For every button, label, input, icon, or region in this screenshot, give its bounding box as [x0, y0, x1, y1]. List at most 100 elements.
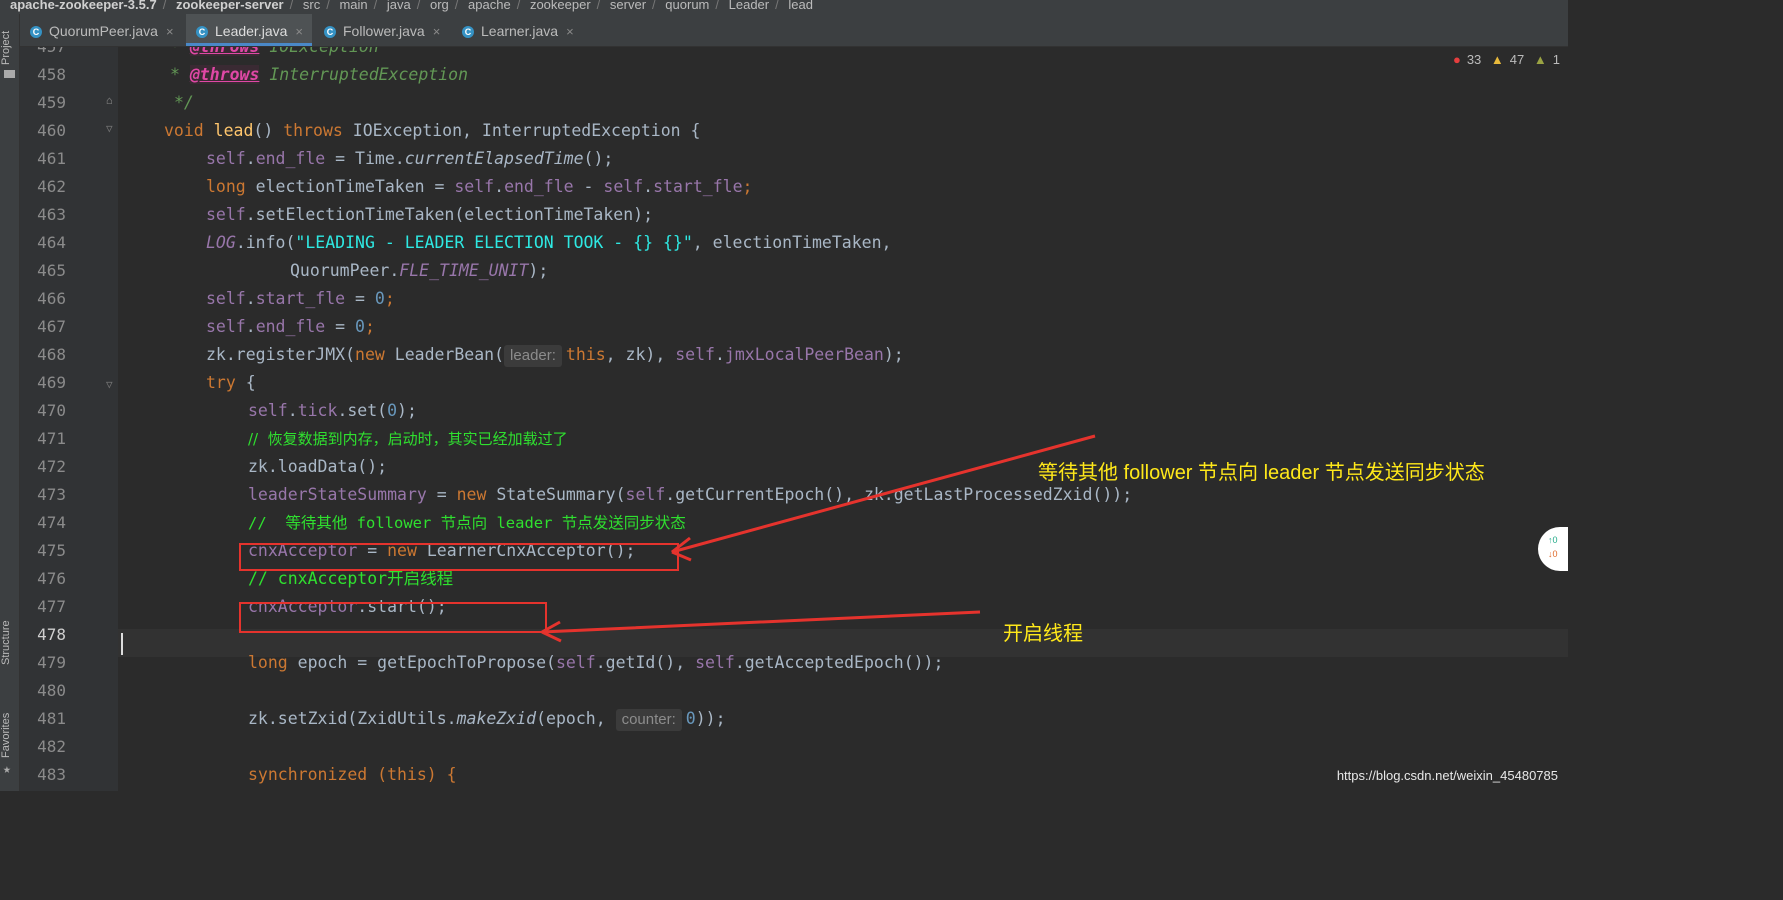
- code-line: long electionTimeTaken = self.end_fle - …: [206, 177, 753, 196]
- line-number: 478: [37, 625, 66, 644]
- code-line: self.setElectionTimeTaken(electionTimeTa…: [206, 205, 654, 224]
- code-line: QuorumPeer.FLE_TIME_UNIT);: [290, 261, 549, 280]
- breadcrumb-item[interactable]: quorum: [665, 0, 709, 12]
- close-icon[interactable]: ×: [166, 24, 174, 39]
- watermark-url: https://blog.csdn.net/weixin_45480785: [1336, 768, 1558, 783]
- code-line: synchronized (this) {: [248, 765, 457, 784]
- code-line: try {: [206, 373, 256, 392]
- tab-label: QuorumPeer.java: [49, 23, 158, 39]
- favorites-tool-tab[interactable]: Favorites: [0, 704, 19, 766]
- line-number: 476: [37, 569, 66, 588]
- warning-icon: ▲: [1490, 52, 1504, 67]
- breadcrumb-item[interactable]: server: [610, 0, 646, 12]
- line-number: 468: [37, 345, 66, 364]
- tab-label: Learner.java: [481, 23, 559, 39]
- code-line: self.end_fle = 0;: [206, 317, 375, 336]
- close-icon[interactable]: ×: [566, 24, 574, 39]
- breadcrumb-item[interactable]: lead: [788, 0, 813, 12]
- line-number: 462: [37, 177, 66, 196]
- line-number-gutter: 457 458 459 460 461 462 463 464 465 466 …: [20, 47, 118, 791]
- line-number: 469: [37, 373, 66, 392]
- breadcrumb-item[interactable]: Leader: [729, 0, 769, 12]
- breadcrumb-item[interactable]: src: [303, 0, 320, 12]
- breadcrumb-item[interactable]: zookeeper-server: [176, 0, 284, 12]
- line-number: 460: [37, 121, 66, 140]
- fold-marker-icon[interactable]: ▽: [106, 379, 118, 391]
- line-number: 463: [37, 205, 66, 224]
- line-number: 475: [37, 541, 66, 560]
- code-line: LOG.info("LEADING - LEADER ELECTION TOOK…: [206, 233, 892, 252]
- star-icon[interactable]: ★: [3, 762, 11, 777]
- tab-label: Follower.java: [343, 23, 425, 39]
- code-line: self.tick.set(0);: [248, 401, 417, 420]
- line-number: 465: [37, 261, 66, 280]
- code-line: void lead() throws IOException, Interrup…: [164, 121, 701, 140]
- project-tool-tab[interactable]: Project: [0, 20, 19, 76]
- breadcrumb: apache-zookeeper-3.5.7/ zookeeper-server…: [0, 0, 1568, 14]
- breadcrumb-item[interactable]: zookeeper: [530, 0, 591, 12]
- code-line: zk.registerJMX(new LeaderBean(leader: thi…: [206, 341, 904, 369]
- line-number: 466: [37, 289, 66, 308]
- code-line: self.end_fle = Time.currentElapsedTime()…: [206, 149, 614, 168]
- tab-follower[interactable]: C Follower.java ×: [314, 14, 450, 46]
- structure-tool-tab[interactable]: Structure: [0, 610, 19, 676]
- tab-label: Leader.java: [215, 23, 288, 39]
- editor-tab-bar: C QuorumPeer.java × C Leader.java × C Followe…: [20, 14, 1568, 47]
- parameter-hint: counter:: [615, 709, 682, 731]
- line-number: 482: [37, 737, 66, 756]
- tab-quorumpeer[interactable]: C QuorumPeer.java ×: [20, 14, 184, 46]
- error-count: 33: [1466, 52, 1482, 67]
- class-icon: C: [324, 26, 336, 39]
- line-number: 477: [37, 597, 66, 616]
- line-number: 472: [37, 457, 66, 476]
- code-line: */: [174, 93, 194, 112]
- code-line: * @throws IOException: [170, 47, 379, 61]
- fold-marker-icon[interactable]: ⌂: [106, 95, 118, 107]
- highlight-box-acceptor-start: [239, 602, 547, 633]
- parameter-hint: leader:: [504, 345, 562, 367]
- code-comment: // 等待其他 follower 节点向 leader 节点发送同步状态: [248, 514, 686, 532]
- breadcrumb-item[interactable]: org: [430, 0, 449, 12]
- code-line: * @throws InterruptedException: [170, 65, 469, 84]
- code-line: zk.setZxid(ZxidUtils.makeZxid(epoch, cou…: [248, 705, 726, 733]
- tab-learner[interactable]: C Learner.java ×: [452, 14, 586, 46]
- line-number: 481: [37, 709, 66, 728]
- fold-marker-icon[interactable]: ▽: [106, 123, 118, 135]
- line-number: 483: [37, 765, 66, 784]
- class-icon: C: [196, 26, 208, 39]
- annotation-thread-note: 开启线程: [1003, 623, 1083, 645]
- class-icon: C: [30, 26, 42, 39]
- code-line: self.start_fle = 0;: [206, 289, 395, 308]
- breadcrumb-item[interactable]: main: [339, 0, 367, 12]
- line-number: 467: [37, 317, 66, 336]
- weak-warning-count: 1: [1552, 52, 1560, 67]
- line-number: 474: [37, 513, 66, 532]
- line-number: 464: [37, 233, 66, 252]
- code-editor[interactable]: 457 458 459 460 461 462 463 464 465 466 …: [20, 47, 1568, 791]
- breadcrumb-item[interactable]: java: [387, 0, 411, 12]
- line-number: 480: [37, 681, 66, 700]
- code-comment: // 恢复数据到内存，启动时，其实已经加载过了: [248, 430, 568, 448]
- weak-warning-icon: ▲: [1533, 52, 1547, 67]
- tab-leader[interactable]: C Leader.java ×: [186, 14, 312, 46]
- close-icon[interactable]: ×: [433, 24, 441, 39]
- code-line: zk.loadData();: [248, 457, 388, 476]
- breadcrumb-item[interactable]: apache: [468, 0, 511, 12]
- highlight-box-acceptor-new: [239, 543, 679, 571]
- annotation-sync-note: 等待其他 follower 节点向 leader 节点发送同步状态: [1038, 462, 1485, 484]
- line-number: 479: [37, 653, 66, 672]
- line-number: 473: [37, 485, 66, 504]
- error-icon: ●: [1452, 52, 1461, 67]
- text-caret: [121, 633, 123, 655]
- line-number: 458: [37, 65, 66, 84]
- breadcrumb-item[interactable]: apache-zookeeper-3.5.7: [10, 0, 157, 12]
- line-number: 461: [37, 149, 66, 168]
- close-icon[interactable]: ×: [295, 24, 303, 39]
- line-number: 471: [37, 429, 66, 448]
- line-number: 457: [20, 47, 66, 61]
- line-number: 470: [37, 401, 66, 420]
- tool-window-strip: Project Structure Favorites ★: [0, 14, 20, 791]
- code-line: long epoch = getEpochToPropose(self.getI…: [248, 653, 944, 672]
- folder-icon[interactable]: [4, 70, 15, 78]
- inspection-widget[interactable]: ● 33 ▲ 47 ▲ 1: [1447, 52, 1560, 67]
